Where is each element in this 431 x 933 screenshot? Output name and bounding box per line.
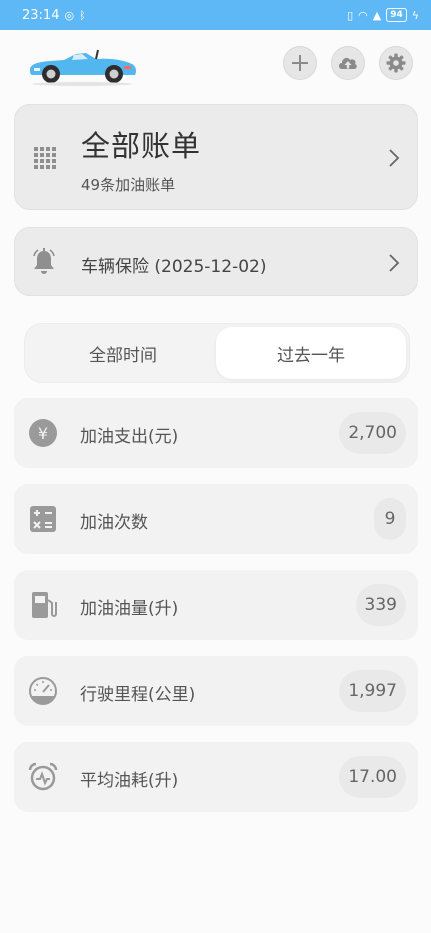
add-button[interactable] bbox=[283, 46, 317, 80]
time-range-tabs: 全部时间 过去一年 bbox=[24, 323, 410, 383]
charging-icon: ϟ bbox=[411, 8, 419, 22]
bluetooth-icon: ᛒ bbox=[79, 8, 86, 22]
all-bills-title: 全部账单 bbox=[81, 129, 202, 163]
stat-value: 2,700 bbox=[339, 412, 406, 454]
stat-mileage[interactable]: 行驶里程(公里) 1,997 bbox=[14, 656, 418, 726]
vibrate-icon: ▯ bbox=[347, 8, 354, 22]
convertible-car-icon bbox=[30, 49, 136, 86]
whatsapp-icon: ◎ bbox=[64, 8, 75, 22]
fuel-pump-icon bbox=[32, 592, 57, 618]
gear-icon bbox=[386, 53, 406, 73]
stat-fuel-cost[interactable]: ¥ 加油支出(元) 2,700 bbox=[14, 398, 418, 468]
alarm-clock-icon bbox=[28, 762, 58, 791]
stat-label: 加油次数 bbox=[80, 513, 148, 533]
battery-indicator: 94 bbox=[386, 8, 407, 22]
tab-past-year[interactable]: 过去一年 bbox=[216, 327, 406, 379]
all-bills-count: 49条加油账单 bbox=[81, 176, 176, 194]
stat-value: 1,997 bbox=[339, 670, 406, 712]
insurance-label: 车辆保险 (2025-12-02) bbox=[81, 257, 267, 277]
chevron-right-icon bbox=[389, 254, 400, 272]
settings-button[interactable] bbox=[379, 46, 413, 80]
cloud-upload-icon bbox=[339, 57, 357, 69]
stat-refuel-count[interactable]: 加油次数 9 bbox=[14, 484, 418, 554]
stat-label: 加油支出(元) bbox=[80, 427, 179, 447]
stat-label: 加油油量(升) bbox=[80, 599, 179, 619]
stat-value: 339 bbox=[355, 584, 406, 626]
cloud-upload-button[interactable] bbox=[331, 46, 365, 80]
grid-icon bbox=[34, 147, 56, 169]
all-bills-card[interactable]: 全部账单 49条加油账单 bbox=[14, 104, 418, 210]
app-header bbox=[0, 30, 431, 100]
status-bar: 23:14 ◎ ᛒ ▯ ◠ ▲ 94 ϟ bbox=[0, 0, 431, 30]
svg-text:¥: ¥ bbox=[38, 424, 48, 443]
calculator-icon bbox=[30, 506, 56, 532]
insurance-reminder-card[interactable]: 车辆保险 (2025-12-02) bbox=[14, 227, 418, 296]
alarm-bell-icon bbox=[33, 248, 55, 274]
speedometer-icon bbox=[29, 677, 57, 705]
tab-all-time[interactable]: 全部时间 bbox=[28, 327, 218, 379]
stat-label: 行驶里程(公里) bbox=[80, 685, 196, 705]
stat-fuel-volume[interactable]: 加油油量(升) 339 bbox=[14, 570, 418, 640]
status-time: 23:14 bbox=[22, 7, 60, 23]
stat-average-consumption[interactable]: 平均油耗(升) 17.00 bbox=[14, 742, 418, 812]
stat-value: 17.00 bbox=[339, 756, 406, 798]
signal-icon: ▲ bbox=[372, 8, 382, 22]
chevron-right-icon bbox=[389, 149, 400, 167]
yen-coin-icon: ¥ bbox=[29, 419, 57, 447]
stat-label: 平均油耗(升) bbox=[80, 771, 179, 791]
wifi-icon: ◠ bbox=[358, 8, 368, 22]
stat-value: 9 bbox=[374, 498, 406, 540]
plus-icon bbox=[292, 55, 308, 71]
